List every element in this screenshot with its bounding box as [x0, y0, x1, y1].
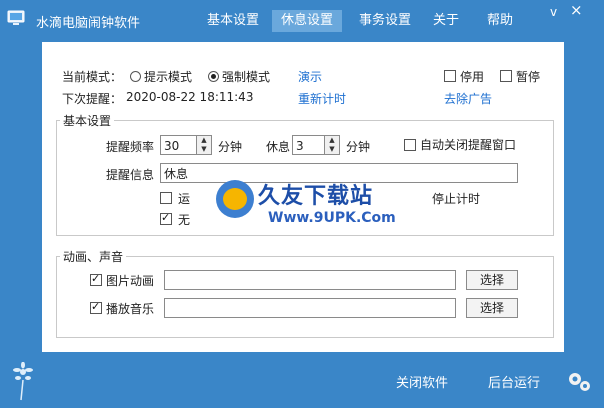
tab-help[interactable]: 帮助 — [478, 10, 522, 32]
option-checkbox-2[interactable] — [160, 211, 172, 225]
flower-icon — [13, 362, 33, 401]
anim-sound-title: 动画、声音 — [60, 248, 127, 265]
disable-checkbox[interactable] — [444, 70, 456, 82]
choose-pic-button[interactable]: 选择 — [466, 270, 518, 290]
freq-spinner[interactable]: ▲ ▼ — [196, 135, 212, 155]
anim-sound-group — [56, 256, 554, 338]
watermark-brand: 久友下载站 — [258, 184, 374, 209]
radio-force-mode[interactable] — [208, 71, 219, 82]
close-button[interactable]: × — [570, 3, 583, 18]
pause-checkbox[interactable] — [500, 70, 512, 82]
freq-label: 提醒频率 — [106, 140, 155, 154]
music-path[interactable] — [164, 298, 456, 318]
pic-anim-checkbox[interactable] — [90, 272, 102, 286]
gear-icon[interactable] — [566, 370, 592, 394]
tab-rest[interactable]: 休息设置 — [272, 10, 342, 32]
background-run-button[interactable]: 后台运行 — [488, 372, 540, 391]
music-label: 播放音乐 — [106, 302, 155, 316]
option-label-2: 无 — [178, 213, 191, 227]
disable-label: 停用 — [460, 70, 485, 84]
choose-music-button[interactable]: 选择 — [466, 298, 518, 318]
app-title: 水滴电脑闹钟软件 — [36, 16, 141, 31]
option-label-1: 运 — [178, 192, 191, 206]
pic-anim-path[interactable] — [164, 270, 456, 290]
freq-unit: 分钟 — [218, 140, 243, 154]
radio-prompt-mode[interactable] — [130, 71, 141, 82]
minimize-button[interactable]: v — [550, 6, 557, 18]
retime-link[interactable]: 重新计时 — [298, 90, 346, 107]
next-reminder-label: 下次提醒： — [62, 92, 123, 106]
autoclose-checkbox[interactable] — [404, 139, 416, 151]
music-checkbox[interactable] — [90, 300, 102, 314]
title-bar: 水滴电脑闹钟软件 基本设置 休息设置 事务设置 关于 帮助 v × — [0, 0, 604, 40]
info-label: 提醒信息 — [106, 168, 155, 182]
watermark-url: Www.9UPK.Com — [268, 210, 396, 226]
demo-link[interactable]: 演示 — [298, 68, 322, 85]
basic-settings-title: 基本设置 — [60, 112, 115, 129]
remove-ad-link[interactable]: 去除广告 — [444, 90, 492, 107]
autoclose-label: 自动关闭提醒窗口 — [420, 138, 517, 152]
next-reminder-time: 2020-08-22 18:11:43 — [126, 90, 254, 104]
pause-label: 暂停 — [516, 70, 541, 84]
radio-force-mode-label: 强制模式 — [222, 70, 271, 84]
stop-timing-label: 停止计时 — [432, 192, 481, 206]
rest-input[interactable]: 3 — [292, 135, 326, 155]
rest-unit: 分钟 — [346, 140, 371, 154]
close-software-button[interactable]: 关闭软件 — [396, 372, 448, 391]
watermark-logo — [216, 180, 254, 218]
tab-affairs[interactable]: 事务设置 — [350, 10, 420, 32]
radio-prompt-mode-label: 提示模式 — [144, 70, 193, 84]
pic-anim-label: 图片动画 — [106, 274, 155, 288]
option-checkbox-1[interactable] — [160, 192, 172, 204]
tab-about[interactable]: 关于 — [424, 10, 468, 32]
tab-basic[interactable]: 基本设置 — [198, 10, 268, 32]
app-icon — [7, 10, 25, 25]
rest-spinner[interactable]: ▲ ▼ — [324, 135, 340, 155]
freq-input[interactable]: 30 — [160, 135, 198, 155]
current-mode-label: 当前模式： — [62, 70, 123, 84]
rest-label: 休息 — [266, 140, 291, 154]
